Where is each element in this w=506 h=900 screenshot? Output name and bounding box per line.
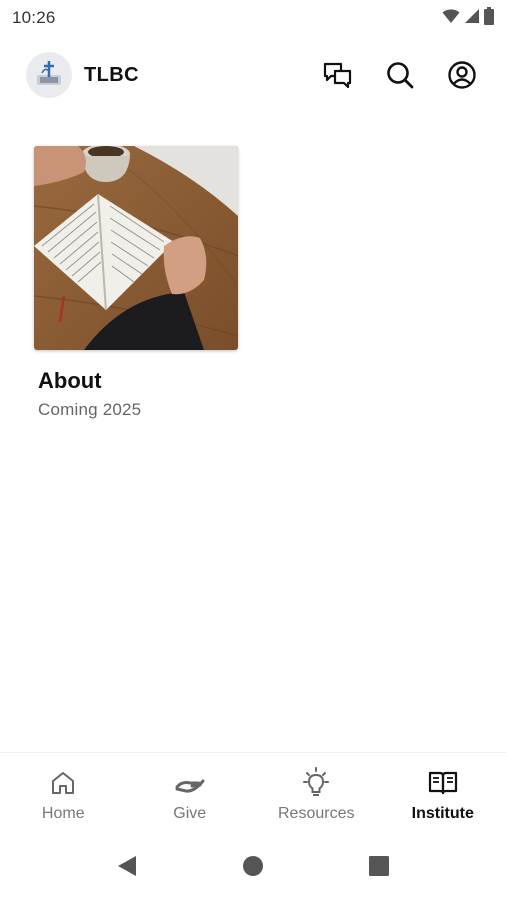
nav-label-give: Give xyxy=(173,805,207,822)
bottom-nav: Home Give Resources Institute xyxy=(0,752,506,832)
app-bar: TLBC xyxy=(0,44,506,106)
nav-item-home[interactable]: Home xyxy=(0,753,127,832)
nav-item-institute[interactable]: Institute xyxy=(380,753,506,832)
search-icon[interactable] xyxy=(382,57,418,93)
church-logo-icon[interactable] xyxy=(26,52,72,98)
app-title: TLBC xyxy=(84,63,139,86)
status-icons xyxy=(442,6,494,30)
bible-reading-photo xyxy=(34,146,238,350)
system-nav xyxy=(0,832,506,900)
status-bar: 10:26 xyxy=(0,0,506,36)
home-circle-icon[interactable] xyxy=(190,832,316,900)
nav-label-institute: Institute xyxy=(411,805,474,822)
status-time: 10:26 xyxy=(12,8,56,27)
cellular-icon xyxy=(464,8,480,29)
nav-label-resources: Resources xyxy=(278,805,355,822)
about-card[interactable]: About Coming 2025 xyxy=(34,146,238,420)
recents-square-icon[interactable] xyxy=(316,832,442,900)
back-icon[interactable] xyxy=(64,832,190,900)
chat-icon[interactable] xyxy=(320,57,356,93)
card-title: About xyxy=(38,368,102,393)
home-icon xyxy=(47,767,79,799)
battery-icon xyxy=(484,6,494,30)
nav-item-give[interactable]: Give xyxy=(127,753,254,832)
card-subtitle: Coming 2025 xyxy=(38,400,142,419)
header-actions xyxy=(320,57,480,93)
wifi-icon xyxy=(442,8,460,29)
nav-item-resources[interactable]: Resources xyxy=(253,753,380,832)
lightbulb-icon xyxy=(300,767,332,799)
account-icon[interactable] xyxy=(444,57,480,93)
open-book-icon xyxy=(427,767,459,799)
nav-label-home: Home xyxy=(41,805,85,822)
give-hand-icon xyxy=(174,767,206,799)
